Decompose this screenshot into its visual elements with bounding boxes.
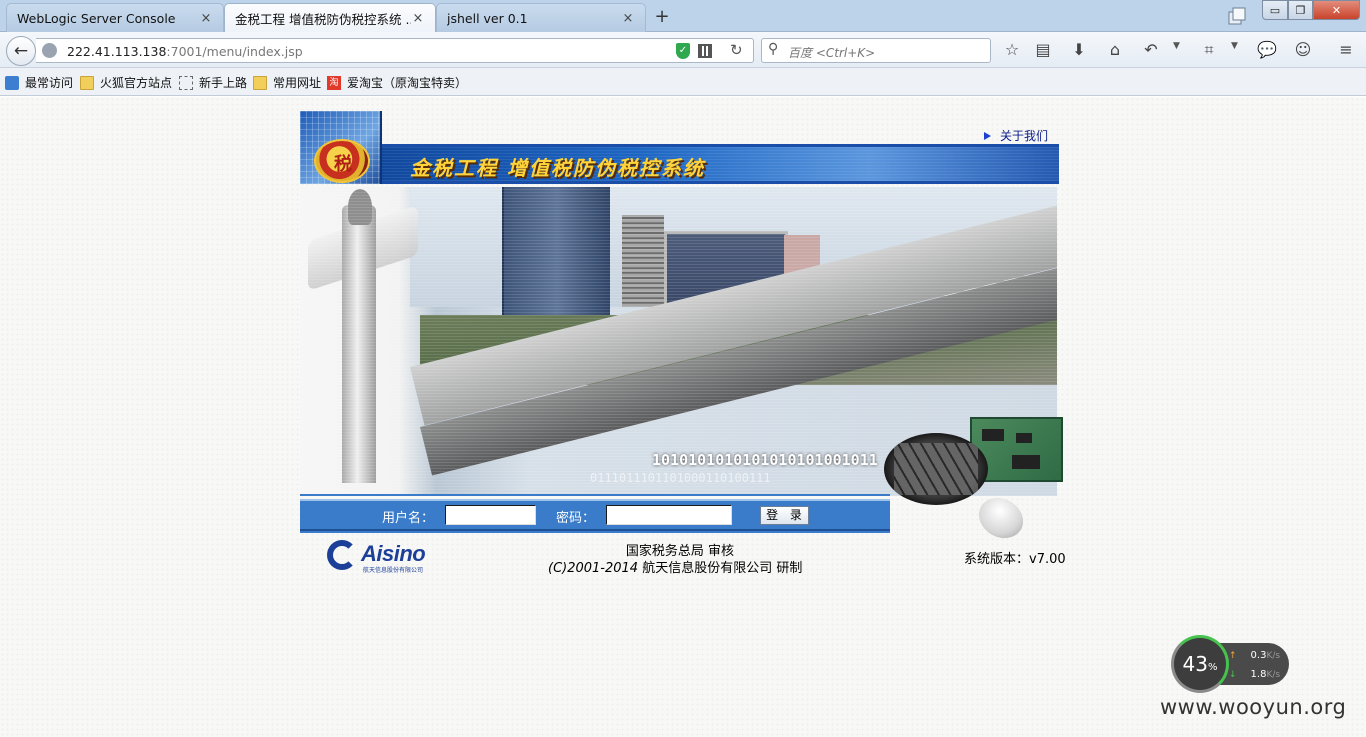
chevron-down-icon[interactable]: ▼ — [1173, 41, 1180, 51]
logo-subtitle: 航天信息股份有限公司 — [363, 567, 424, 574]
upload-unit: K/s — [1266, 650, 1281, 661]
chat-icon[interactable]: 💬 — [1256, 39, 1278, 61]
search-bar[interactable]: ⚲ 百度 <Ctrl+K> — [761, 38, 991, 63]
qr-code-icon[interactable] — [698, 44, 712, 58]
star-icon[interactable]: ☆ — [1001, 39, 1023, 61]
footer-copyright: (C)2001-2014 航天信息股份有限公司 研制 — [548, 557, 818, 576]
arrow-down-icon: ↓ — [1229, 669, 1237, 680]
search-icon: ⚲ — [768, 41, 779, 57]
username-label: 用户名： — [382, 511, 435, 526]
bookmark-label: 火狐官方站点 — [100, 76, 173, 90]
folder-icon — [80, 75, 94, 90]
tab-groups-icon[interactable] — [1227, 6, 1247, 26]
copyright-years: (C)2001-2014 — [548, 561, 639, 576]
percent-sign: % — [1207, 661, 1218, 673]
reload-icon[interactable]: ↻ — [730, 41, 743, 59]
chip — [1016, 433, 1032, 443]
reading-list-icon[interactable]: ▤ — [1032, 39, 1054, 61]
shield-check-icon[interactable]: ✓ — [676, 43, 690, 59]
tab-close-icon[interactable]: × — [411, 11, 425, 26]
about-us-link[interactable]: 关于我们 — [984, 127, 1048, 144]
url-text: 222.41.113.138:7001/menu/index.jsp — [67, 44, 303, 59]
emblem-char: 税 — [334, 154, 352, 175]
chip — [982, 429, 1004, 441]
chevron-down-icon[interactable]: ▼ — [1231, 41, 1238, 51]
copyright-company: 航天信息股份有限公司 研制 — [638, 561, 803, 576]
download-icon[interactable]: ⬇ — [1068, 39, 1090, 61]
bookmark-ai-taobao[interactable]: 淘 爱淘宝（原淘宝特卖） — [327, 74, 467, 91]
triangle-right-icon — [984, 131, 991, 140]
url-bar[interactable]: 222.41.113.138:7001/menu/index.jsp ✓ ↻ — [36, 38, 754, 63]
page-content: 关于我们 金税工程 增值税防伪税控系统 税 101010101010101010… — [0, 97, 1366, 737]
tab-label: 金税工程 增值税防伪税控系统 ... — [235, 12, 411, 27]
tab-label: jshell ver 0.1 — [447, 10, 528, 26]
navigation-toolbar: ← 222.41.113.138:7001/menu/index.jsp ✓ ↻… — [0, 32, 1366, 68]
globe-icon — [42, 43, 57, 58]
undo-icon[interactable]: ↶ — [1140, 39, 1162, 61]
login-form: 用户名： 密码： 登 录 — [300, 494, 890, 531]
bookmark-icon — [5, 75, 19, 90]
network-speed-widget[interactable]: ↑ 0.3 K/s ↓ 1.8 K/s 43% — [1171, 635, 1291, 695]
password-label: 密码： — [556, 511, 596, 526]
home-icon[interactable]: ⌂ — [1104, 39, 1126, 61]
tab-weblogic-console[interactable]: WebLogic Server Console × — [6, 3, 224, 32]
download-value: 1.8 — [1250, 669, 1267, 680]
bookmark-label: 新手上路 — [199, 76, 248, 90]
emoji-icon[interactable]: ☺ — [1292, 39, 1314, 61]
banner-title: 金税工程 增值税防伪税控系统 — [410, 156, 705, 180]
back-button[interactable]: ← — [6, 36, 36, 66]
chip — [1012, 455, 1040, 469]
upload-value: 0.3 — [1250, 650, 1267, 661]
system-version: 系统版本：v7.00 — [964, 552, 1066, 567]
bookmark-label: 常用网址 — [273, 76, 322, 90]
bookmarks-toolbar: 最常访问 火狐官方站点 新手上路 常用网址 淘 爱淘宝（原淘宝特卖） — [0, 68, 1366, 96]
download-unit: K/s — [1266, 669, 1281, 680]
tab-label: WebLogic Server Console — [17, 10, 176, 26]
download-speed: ↓ 1.8 K/s — [1229, 669, 1280, 680]
bookmark-most-visited[interactable]: 最常访问 — [5, 74, 73, 91]
tab-close-icon[interactable]: × — [621, 11, 635, 26]
new-tab-button[interactable]: + — [648, 6, 676, 28]
memory-percent-gauge: 43% — [1171, 635, 1229, 693]
window-restore-button[interactable]: ❐ — [1288, 0, 1313, 20]
arrow-up-icon: ↑ — [1229, 650, 1237, 661]
search-placeholder: 百度 <Ctrl+K> — [788, 46, 876, 60]
username-input[interactable] — [445, 505, 536, 525]
url-host: 222.41.113.138 — [67, 44, 167, 59]
tab-close-icon[interactable]: × — [199, 11, 213, 26]
bookmark-firefox-site[interactable]: 火狐官方站点 — [80, 74, 172, 91]
taobao-icon: 淘 — [327, 75, 341, 90]
window-close-button[interactable]: ✕ — [1313, 0, 1360, 20]
page-icon — [179, 75, 193, 90]
about-us-label: 关于我们 — [1000, 129, 1049, 143]
folder-icon — [253, 75, 267, 90]
logo-name: Aisino — [361, 541, 426, 566]
bookmark-label: 最常访问 — [25, 76, 74, 90]
keys — [894, 443, 978, 495]
upload-speed: ↑ 0.3 K/s — [1229, 650, 1280, 661]
password-input[interactable] — [606, 505, 732, 525]
title-banner: 金税工程 增值税防伪税控系统 — [300, 144, 1059, 184]
window-minimize-button[interactable]: ▭ — [1262, 0, 1288, 20]
tab-jinshui-system[interactable]: 金税工程 增值税防伪税控系统 ... × — [224, 3, 436, 33]
tax-emblem-icon: 税 — [314, 139, 370, 183]
mouse-image — [971, 490, 1031, 546]
bookmark-label: 爱淘宝（原淘宝特卖） — [347, 76, 468, 90]
tab-strip: WebLogic Server Console × 金税工程 增值税防伪税控系统… — [0, 0, 1366, 33]
keyboard-image — [884, 433, 988, 505]
arrow-left-icon: ← — [13, 41, 29, 61]
bookmark-getting-started[interactable]: 新手上路 — [179, 74, 247, 91]
tab-jshell[interactable]: jshell ver 0.1 × — [436, 3, 646, 32]
percent-value: 43 — [1182, 652, 1208, 676]
aisino-logo: Aisino 航天信息股份有限公司 — [327, 540, 431, 574]
login-button[interactable]: 登 录 — [760, 506, 809, 525]
menu-icon[interactable]: ≡ — [1335, 39, 1357, 61]
url-path: :7001/menu/index.jsp — [166, 44, 303, 59]
crop-icon[interactable]: ⌗ — [1198, 39, 1220, 61]
aisino-mark-icon — [327, 540, 357, 570]
bookmark-common-sites[interactable]: 常用网址 — [253, 74, 321, 91]
login-underline — [300, 531, 890, 533]
watermark-text: www.wooyun.org — [1160, 695, 1347, 719]
